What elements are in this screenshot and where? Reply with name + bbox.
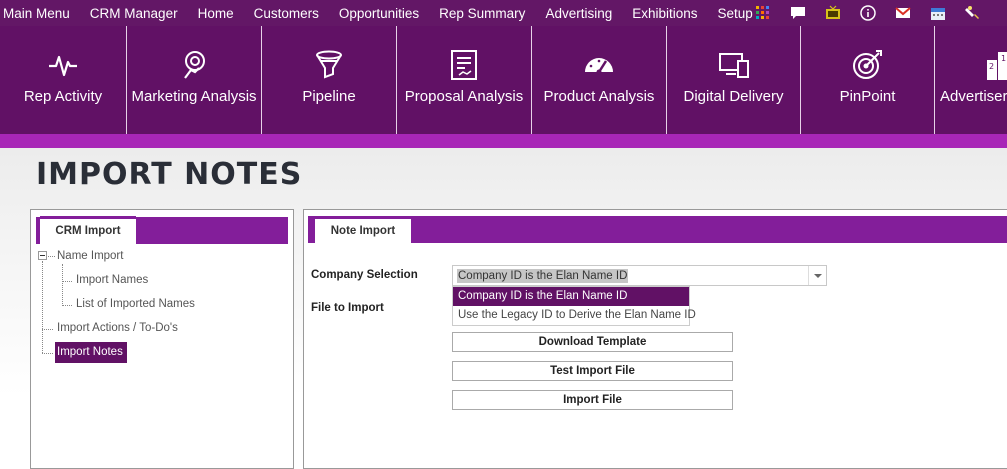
tile-rep-activity[interactable]: Rep Activity <box>0 26 127 134</box>
dropdown-option[interactable]: Use the Legacy ID to Derive the Elan Nam… <box>453 306 696 325</box>
info-icon[interactable] <box>859 4 877 22</box>
paint-brush-icon[interactable] <box>964 4 982 22</box>
podium-icon: 21 <box>935 48 1007 82</box>
company-selection-dropdown[interactable]: Company ID is the Elan Name ID <box>452 265 827 286</box>
menu-setup[interactable]: Setup <box>718 6 753 21</box>
tree-node-list-of-imported-names[interactable]: List of Imported Names <box>76 298 195 310</box>
tree-connector <box>62 305 72 306</box>
svg-text:1: 1 <box>1001 54 1006 63</box>
tab-note-import[interactable]: Note Import <box>315 216 411 246</box>
tile-label: Proposal Analysis <box>404 88 524 105</box>
collapse-toggle-icon[interactable] <box>38 251 47 260</box>
menu-advertising[interactable]: Advertising <box>545 6 612 21</box>
file-to-import-label: File to Import <box>311 302 384 314</box>
company-selection-label: Company Selection <box>311 269 418 281</box>
tile-product-analysis[interactable]: Product Analysis <box>532 26 667 134</box>
tree-node-import-actions[interactable]: Import Actions / To-Do's <box>57 322 178 334</box>
tile-label: Pipeline <box>302 88 356 105</box>
tab-strip <box>308 216 1007 243</box>
devices-icon <box>667 48 800 82</box>
menu-exhibitions[interactable]: Exhibitions <box>632 6 697 21</box>
tile-label: Product Analysis <box>543 88 655 105</box>
tree-connector <box>62 264 63 306</box>
menu-home[interactable]: Home <box>198 6 234 21</box>
tile-label: Rep Activity <box>23 88 103 105</box>
tile-label: Digital Delivery <box>683 88 784 105</box>
tile-label: Marketing Analysis <box>131 88 257 105</box>
tree-connector <box>42 261 43 353</box>
tile-digital-delivery[interactable]: Digital Delivery <box>667 26 801 134</box>
dropdown-option[interactable]: Company ID is the Elan Name ID <box>453 287 689 306</box>
tile-pinpoint[interactable]: PinPoint <box>801 26 935 134</box>
tile-advertiser[interactable]: 21 Advertiser <box>935 26 1007 134</box>
accent-strip <box>0 134 1007 148</box>
module-tile-bar: Rep Activity Marketing Analysis Pipeline… <box>0 26 1007 134</box>
tree-connector <box>62 281 72 282</box>
tree-connector <box>48 256 55 257</box>
tile-marketing-analysis[interactable]: Marketing Analysis <box>127 26 262 134</box>
tile-label: PinPoint <box>839 88 896 105</box>
tile-proposal-analysis[interactable]: Proposal Analysis <box>397 26 532 134</box>
menu-opportunities[interactable]: Opportunities <box>339 6 419 21</box>
target-hand-icon <box>127 48 261 82</box>
menu-customers[interactable]: Customers <box>254 6 319 21</box>
test-import-file-button[interactable]: Test Import File <box>452 361 733 381</box>
tree-node-import-notes[interactable]: Import Notes <box>55 342 127 363</box>
svg-text:2: 2 <box>989 62 994 71</box>
tab-crm-import[interactable]: CRM Import <box>40 216 136 246</box>
apps-grid-icon[interactable] <box>754 4 772 22</box>
mail-icon[interactable] <box>894 4 912 22</box>
tree-node-import-names[interactable]: Import Names <box>76 274 148 286</box>
gauge-icon <box>532 48 666 82</box>
menu-crm-manager[interactable]: CRM Manager <box>90 6 178 21</box>
funnel-icon <box>262 48 396 82</box>
tree-connector <box>42 329 53 330</box>
top-menu-bar: Main Menu CRM Manager Home Customers Opp… <box>0 0 1007 26</box>
pulse-icon <box>0 48 126 82</box>
company-selection-options: Company ID is the Elan Name ID Use the L… <box>452 286 696 326</box>
tree-connector <box>42 353 53 354</box>
page-title: IMPORT NOTES <box>36 157 303 192</box>
chevron-down-icon[interactable] <box>808 266 826 285</box>
tree-node-name-import[interactable]: Name Import <box>57 250 123 262</box>
download-template-button[interactable]: Download Template <box>452 332 733 352</box>
top-icon-group <box>754 4 999 22</box>
crm-import-panel <box>30 209 294 469</box>
tv-icon[interactable] <box>824 4 842 22</box>
document-pen-icon <box>397 48 531 82</box>
menu-main-menu[interactable]: Main Menu <box>3 6 70 21</box>
top-menu: Main Menu CRM Manager Home Customers Opp… <box>0 0 753 26</box>
tile-label: Advertiser <box>940 88 1007 105</box>
chat-icon[interactable] <box>789 4 807 22</box>
menu-rep-summary[interactable]: Rep Summary <box>439 6 525 21</box>
company-selection-value: Company ID is the Elan Name ID <box>457 269 629 283</box>
dartboard-icon <box>801 48 934 82</box>
import-file-button[interactable]: Import File <box>452 390 733 410</box>
tile-pipeline[interactable]: Pipeline <box>262 26 397 134</box>
calendar-icon[interactable] <box>929 4 947 22</box>
